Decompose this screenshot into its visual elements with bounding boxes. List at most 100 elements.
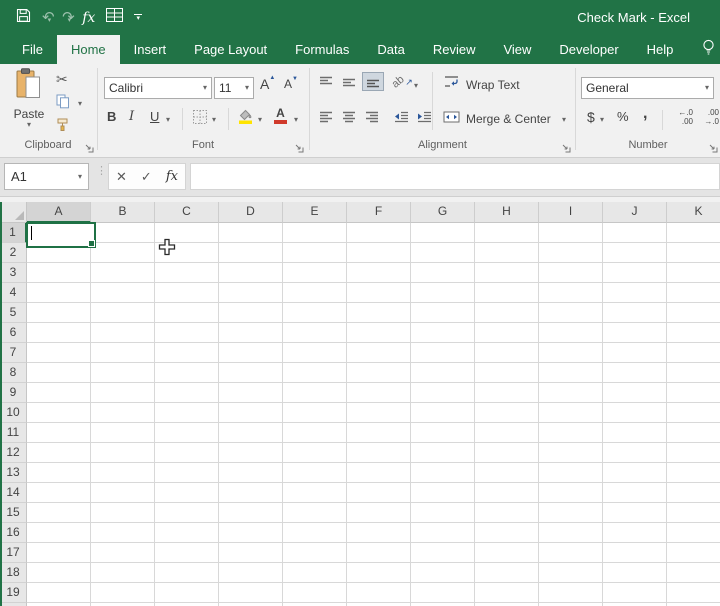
cancel-button[interactable]: ✕ xyxy=(116,169,127,185)
align-right-button[interactable] xyxy=(364,110,380,125)
wrap-text-button[interactable] xyxy=(443,74,460,94)
row-header-6[interactable]: 6 xyxy=(0,323,27,343)
percent-style-button[interactable]: % xyxy=(617,109,629,124)
font-color-dropdown-icon[interactable]: ▾ xyxy=(294,116,298,124)
row-header-3[interactable]: 3 xyxy=(0,263,27,283)
row-header-4[interactable]: 4 xyxy=(0,283,27,303)
alignment-dialog-launcher-icon[interactable] xyxy=(561,140,571,153)
row-header-10[interactable]: 10 xyxy=(0,403,27,423)
customize-qat-button[interactable]: ▾ xyxy=(134,14,143,22)
select-all-corner[interactable] xyxy=(0,202,27,223)
bold-button[interactable]: B xyxy=(107,109,116,124)
bottom-align-button[interactable] xyxy=(362,72,384,91)
column-header-A[interactable]: A xyxy=(27,202,91,223)
column-header-B[interactable]: B xyxy=(91,202,155,223)
column-header-E[interactable]: E xyxy=(283,202,347,223)
center-button[interactable] xyxy=(341,110,357,125)
increase-decimal-button[interactable]: ←.0 .00 xyxy=(671,108,693,126)
tab-insert[interactable]: Insert xyxy=(120,35,181,64)
merge-center-label[interactable]: Merge & Center xyxy=(466,112,551,126)
tab-data[interactable]: Data xyxy=(363,35,418,64)
row-header-1[interactable]: 1 xyxy=(0,223,27,243)
column-header-K[interactable]: K xyxy=(667,202,720,223)
fill-color-button[interactable] xyxy=(237,107,254,130)
copy-dropdown-icon[interactable]: ▾ xyxy=(78,100,82,108)
name-box[interactable]: A1 ▾ xyxy=(4,163,89,190)
row-header-2[interactable]: 2 xyxy=(0,243,27,263)
font-dialog-launcher-icon[interactable] xyxy=(294,140,304,153)
tab-page-layout[interactable]: Page Layout xyxy=(180,35,281,64)
orientation-button[interactable]: ab ↗ xyxy=(390,73,413,90)
merge-center-button[interactable] xyxy=(443,110,460,129)
increase-font-size-button[interactable]: A ▲ xyxy=(260,75,275,92)
paste-button[interactable]: Paste ▾ xyxy=(6,68,52,144)
row-header-15[interactable]: 15 xyxy=(0,503,27,523)
decrease-font-size-button[interactable]: A ▼ xyxy=(284,76,298,91)
increase-indent-button[interactable] xyxy=(416,110,433,125)
copy-button[interactable] xyxy=(56,94,70,114)
redo-button[interactable]: ↷▾ xyxy=(62,9,75,27)
row-header-13[interactable]: 13 xyxy=(0,463,27,483)
accounting-dropdown-icon[interactable]: ▾ xyxy=(600,116,604,124)
tab-home[interactable]: Home xyxy=(56,35,120,64)
row-header-8[interactable]: 8 xyxy=(0,363,27,383)
formula-bar-grip[interactable]: ⋮ xyxy=(96,166,107,177)
column-header-C[interactable]: C xyxy=(155,202,219,223)
tab-formulas[interactable]: Formulas xyxy=(281,35,363,64)
tab-view[interactable]: View xyxy=(489,35,545,64)
row-header-12[interactable]: 12 xyxy=(0,443,27,463)
borders-dropdown-icon[interactable]: ▾ xyxy=(212,116,216,124)
number-format-combo[interactable]: General ▾ xyxy=(581,77,714,99)
fill-handle[interactable] xyxy=(88,240,95,247)
underline-dropdown-icon[interactable]: ▾ xyxy=(166,116,170,124)
paste-dropdown-icon[interactable]: ▾ xyxy=(27,121,31,129)
row-header-14[interactable]: 14 xyxy=(0,483,27,503)
column-header-G[interactable]: G xyxy=(411,202,475,223)
insert-function-button[interactable]: fx xyxy=(166,169,178,184)
italic-button[interactable]: I xyxy=(129,109,134,124)
underline-button[interactable]: U xyxy=(150,109,159,124)
font-name-combo[interactable]: Calibri ▾ xyxy=(104,77,212,99)
table-borders-qat-icon[interactable] xyxy=(106,8,124,27)
row-header-17[interactable]: 17 xyxy=(0,543,27,563)
row-header-5[interactable]: 5 xyxy=(0,303,27,323)
undo-button[interactable]: ↶▾ xyxy=(42,9,55,27)
sheet-cells[interactable] xyxy=(27,223,720,606)
number-dialog-launcher-icon[interactable] xyxy=(708,140,718,153)
font-size-dropdown-icon[interactable]: ▾ xyxy=(245,84,249,92)
number-format-dropdown-icon[interactable]: ▾ xyxy=(705,84,709,92)
clipboard-dialog-launcher-icon[interactable] xyxy=(84,140,94,153)
enter-button[interactable]: ✓ xyxy=(141,169,152,185)
borders-button[interactable] xyxy=(192,109,208,130)
row-header-9[interactable]: 9 xyxy=(0,383,27,403)
orientation-dropdown-icon[interactable]: ▾ xyxy=(414,82,418,90)
tab-developer[interactable]: Developer xyxy=(545,35,632,64)
active-cell-selection[interactable] xyxy=(26,222,96,248)
row-header-11[interactable]: 11 xyxy=(0,423,27,443)
middle-align-button[interactable] xyxy=(341,75,357,90)
column-header-H[interactable]: H xyxy=(475,202,539,223)
save-icon[interactable] xyxy=(16,8,31,28)
wrap-text-label[interactable]: Wrap Text xyxy=(466,78,520,92)
cut-button[interactable]: ✂ xyxy=(56,71,68,88)
row-header-19[interactable]: 19 xyxy=(0,583,27,603)
tell-me-box[interactable]: Tell me xyxy=(701,35,720,64)
tab-review[interactable]: Review xyxy=(419,35,490,64)
column-header-J[interactable]: J xyxy=(603,202,667,223)
column-header-F[interactable]: F xyxy=(347,202,411,223)
column-header-D[interactable]: D xyxy=(219,202,283,223)
font-size-combo[interactable]: 11 ▾ xyxy=(214,77,254,99)
font-name-dropdown-icon[interactable]: ▾ xyxy=(203,84,207,92)
comma-style-button[interactable]: , xyxy=(643,105,647,123)
top-align-button[interactable] xyxy=(318,75,334,90)
tab-file[interactable]: File xyxy=(8,35,57,64)
fill-color-dropdown-icon[interactable]: ▾ xyxy=(258,116,262,124)
decrease-indent-button[interactable] xyxy=(393,110,410,125)
tab-help[interactable]: Help xyxy=(633,35,688,64)
align-left-button[interactable] xyxy=(318,110,334,125)
font-color-button[interactable]: A xyxy=(274,107,287,124)
formula-input[interactable] xyxy=(190,163,720,190)
format-painter-button[interactable] xyxy=(56,117,71,137)
row-header-16[interactable]: 16 xyxy=(0,523,27,543)
name-box-dropdown-icon[interactable]: ▾ xyxy=(78,172,82,181)
